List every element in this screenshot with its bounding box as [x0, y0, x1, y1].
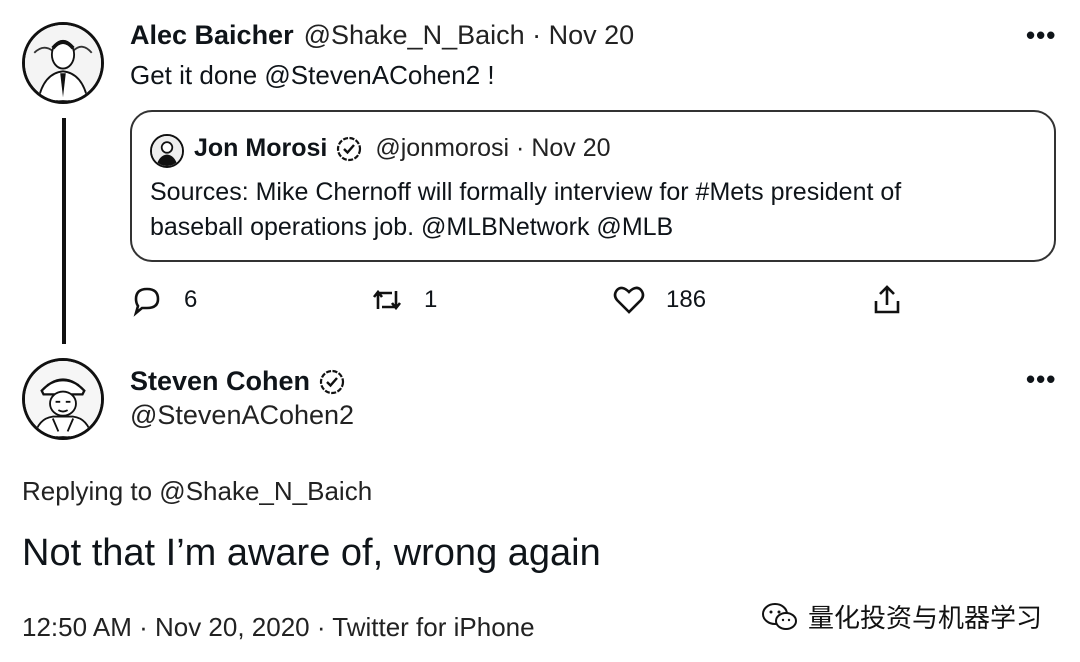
verified-badge-icon: [335, 135, 363, 163]
parent-tweet-header: Alec Baicher @Shake_N_Baich · Nov 20: [130, 20, 634, 51]
reply-button[interactable]: 6: [130, 283, 197, 317]
main-tweet-header: Steven Cohen: [130, 366, 346, 397]
share-button[interactable]: [870, 283, 904, 317]
watermark: 量化投资与机器学习: [760, 598, 1042, 635]
replying-to[interactable]: Replying to @Shake_N_Baich: [22, 476, 372, 507]
like-count: 186: [666, 286, 707, 313]
alec-baicher-avatar[interactable]: [22, 22, 104, 104]
more-options-button[interactable]: •••: [1026, 364, 1056, 395]
author-handle[interactable]: @StevenACohen2: [130, 400, 354, 431]
watermark-text: 量化投资与机器学习: [808, 603, 1043, 633]
more-options-button[interactable]: •••: [1026, 20, 1056, 51]
handle-and-date[interactable]: @Shake_N_Baich · Nov 20: [304, 20, 635, 51]
wechat-icon: [762, 602, 797, 630]
heart-icon: [613, 286, 645, 314]
quoted-handle-and-date[interactable]: @jonmorosi · Nov 20: [375, 134, 610, 163]
tweet-metadata[interactable]: 12:50 AM · Nov 20, 2020 · Twitter for iP…: [22, 612, 535, 643]
main-tweet-text: Not that I’m aware of, wrong again: [22, 532, 601, 574]
steven-cohen-avatar[interactable]: [22, 358, 104, 440]
reply-count: 6: [184, 286, 198, 313]
quoted-author-name[interactable]: Jon Morosi: [194, 134, 327, 163]
retweet-button[interactable]: 1: [370, 283, 437, 317]
quoted-text-line-1: Sources: Mike Chernoff will formally int…: [150, 178, 902, 206]
quoted-tweet-header: Jon Morosi @jonmorosi · Nov 20: [194, 134, 611, 163]
author-name[interactable]: Alec Baicher: [130, 20, 294, 51]
retweet-count: 1: [424, 286, 438, 313]
author-name[interactable]: Steven Cohen: [130, 366, 310, 397]
verified-badge-icon: [318, 368, 346, 396]
quoted-text-line-2: baseball operations job. @MLBNetwork @ML…: [150, 213, 674, 241]
reply-icon: [133, 287, 160, 317]
jon-morosi-avatar[interactable]: [150, 134, 184, 168]
parent-tweet-text: Get it done @StevenACohen2 !: [130, 60, 495, 90]
like-button[interactable]: 186: [612, 283, 706, 317]
thread-connector-line: [62, 118, 66, 344]
retweet-icon: [372, 289, 402, 311]
share-icon: [874, 285, 900, 314]
